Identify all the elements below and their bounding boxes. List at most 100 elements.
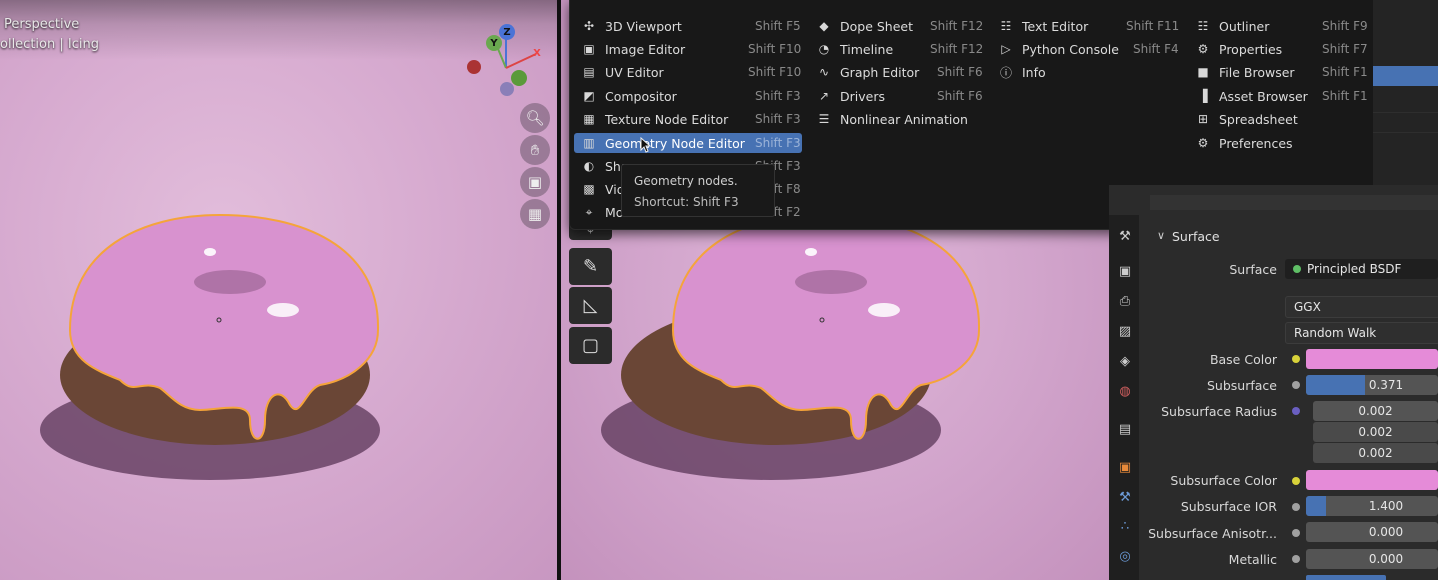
menu-item-nonlinear-animation[interactable]: ☰ Nonlinear Animation bbox=[816, 109, 968, 129]
subsurface-radius-label: Subsurface Radius bbox=[1161, 404, 1277, 419]
outliner-icon: ☷ bbox=[1197, 19, 1209, 33]
subsurface-slider[interactable]: 0.371 bbox=[1306, 375, 1438, 395]
outliner-area[interactable] bbox=[1373, 0, 1438, 185]
menu-item-properties[interactable]: ⚙ Properties bbox=[1195, 39, 1283, 59]
object-tab-icon[interactable]: ▣ bbox=[1116, 458, 1134, 476]
metallic-slider[interactable]: 0.000 bbox=[1306, 549, 1438, 569]
image-icon: ▣ bbox=[583, 42, 595, 56]
subsurface-radius-z[interactable]: 0.002 bbox=[1313, 443, 1438, 463]
surface-panel-header[interactable]: Surface bbox=[1172, 229, 1220, 244]
menu-item-compositor[interactable]: ◩ Compositor bbox=[581, 86, 676, 106]
shader-socket-icon bbox=[1293, 265, 1301, 273]
graph-icon: ∿ bbox=[818, 65, 830, 79]
shortcut: Shift F7 bbox=[1322, 42, 1368, 56]
value-socket-icon bbox=[1292, 555, 1300, 563]
shortcut: Shift F6 bbox=[937, 89, 983, 103]
tooltip-shortcut: Shortcut: Shift F3 bbox=[634, 195, 739, 209]
shortcut: Shift F9 bbox=[1322, 19, 1368, 33]
shortcut: Shift F1 bbox=[1322, 89, 1368, 103]
view-layer-tab-icon[interactable]: ▨ bbox=[1116, 322, 1134, 340]
vector-socket-icon bbox=[1292, 407, 1300, 415]
menu-item-spreadsheet[interactable]: ⊞ Spreadsheet bbox=[1195, 109, 1298, 129]
outliner-selected-row[interactable] bbox=[1373, 66, 1438, 86]
info-icon: ⓘ bbox=[999, 65, 1012, 80]
spreadsheet-icon: ⊞ bbox=[1197, 112, 1209, 126]
subsurface-label: Subsurface bbox=[1207, 378, 1277, 393]
subsurface-radius-x[interactable]: 0.002 bbox=[1313, 401, 1438, 421]
value-socket-icon bbox=[1292, 381, 1300, 389]
surface-shader-field[interactable]: Principled BSDF bbox=[1285, 259, 1438, 279]
shortcut: Shift F10 bbox=[748, 42, 802, 56]
tool-tab-icon[interactable]: ⚒ bbox=[1116, 227, 1134, 245]
menu-item-geometry-node-editor[interactable]: ▥ Geometry Node Editor bbox=[581, 133, 745, 153]
subsurface-method-dropdown[interactable]: Random Walk bbox=[1285, 322, 1438, 344]
nla-icon: ☰ bbox=[818, 112, 830, 126]
movie-clip-icon: ⌖ bbox=[585, 204, 593, 219]
distribution-dropdown[interactable]: GGX bbox=[1285, 296, 1438, 318]
menu-item-file-browser[interactable]: ■ File Browser bbox=[1195, 62, 1294, 82]
shortcut: Shift F5 bbox=[755, 19, 801, 33]
menu-item-python-console[interactable]: ▷ Python Console bbox=[998, 39, 1119, 59]
annotate-tool-button[interactable]: ✎ bbox=[569, 248, 612, 285]
color-socket-icon bbox=[1292, 477, 1300, 485]
outliner-row-divider bbox=[1373, 132, 1438, 133]
video-icon: ▩ bbox=[583, 182, 595, 196]
world-tab-icon[interactable]: ◍ bbox=[1116, 382, 1134, 400]
menu-item-outliner[interactable]: ☷ Outliner bbox=[1195, 16, 1270, 36]
chevron-down-icon[interactable]: ∨ bbox=[1157, 229, 1165, 242]
subsurface-ior-slider[interactable]: 1.400 bbox=[1306, 496, 1438, 516]
menu-item-graph-editor[interactable]: ∿ Graph Editor bbox=[816, 62, 919, 82]
properties-icon: ⚙ bbox=[1197, 42, 1209, 56]
menu-item-video-sequencer[interactable]: ▩ Vid bbox=[581, 179, 624, 199]
menu-item-info[interactable]: ⓘ Info bbox=[998, 62, 1046, 82]
metallic-label: Metallic bbox=[1228, 552, 1277, 567]
surface-label: Surface bbox=[1229, 262, 1277, 277]
donut-mesh[interactable] bbox=[0, 0, 557, 580]
menu-item-image-editor[interactable]: ▣ Image Editor bbox=[581, 39, 685, 59]
menu-item-3d-viewport[interactable]: ✣ 3D Viewport bbox=[581, 16, 682, 36]
preferences-icon: ⚙ bbox=[1197, 136, 1209, 150]
menu-item-preferences[interactable]: ⚙ Preferences bbox=[1195, 133, 1293, 153]
menu-item-drivers[interactable]: ↗ Drivers bbox=[816, 86, 885, 106]
modifier-tab-icon[interactable]: ⚒ bbox=[1116, 488, 1134, 506]
shortcut: Shift F6 bbox=[937, 65, 983, 79]
dopesheet-icon: ◆ bbox=[819, 19, 829, 33]
output-tab-icon[interactable]: ⎙ bbox=[1116, 292, 1134, 310]
value-socket-icon bbox=[1292, 529, 1300, 537]
outliner-row-divider bbox=[1373, 112, 1438, 113]
base-color-label: Base Color bbox=[1209, 352, 1277, 367]
geometry-nodes-icon: ▥ bbox=[583, 136, 595, 150]
left-3d-viewport[interactable]: Perspective ollection | Icing Z Y X 🔍︎ ✋… bbox=[0, 0, 557, 580]
color-socket-icon bbox=[1292, 355, 1300, 363]
subsurface-color-label: Subsurface Color bbox=[1170, 473, 1277, 488]
asset-browser-icon: ▐ bbox=[1198, 89, 1208, 103]
physics-tab-icon[interactable]: ◎ bbox=[1116, 547, 1134, 565]
base-color-swatch[interactable] bbox=[1306, 349, 1438, 369]
measure-tool-button[interactable]: ◺ bbox=[569, 287, 612, 324]
add-cube-tool-button[interactable]: ▢ bbox=[569, 327, 612, 364]
shortcut: Shift F12 bbox=[930, 42, 984, 56]
shortcut: Shift F12 bbox=[930, 19, 984, 33]
menu-item-movie-clip-editor[interactable]: ⌖ Mo bbox=[581, 202, 624, 222]
menu-item-dope-sheet[interactable]: ◆ Dope Sheet bbox=[816, 16, 913, 36]
menu-item-uv-editor[interactable]: ▤ UV Editor bbox=[581, 62, 663, 82]
menu-item-asset-browser[interactable]: ▐ Asset Browser bbox=[1195, 86, 1307, 106]
shortcut: Shift F4 bbox=[1133, 42, 1179, 56]
subsurface-color-swatch[interactable] bbox=[1306, 470, 1438, 490]
viewport-icon: ✣ bbox=[583, 19, 595, 33]
collection-tab-icon[interactable]: ▤ bbox=[1116, 420, 1134, 438]
particles-tab-icon[interactable]: ∴ bbox=[1116, 517, 1134, 535]
text-icon: ☷ bbox=[1000, 19, 1012, 33]
subsurface-anisotropy-slider[interactable]: 0.000 bbox=[1306, 522, 1438, 542]
texture-icon: ▦ bbox=[583, 112, 595, 126]
shortcut: Shift F10 bbox=[748, 65, 802, 79]
drivers-icon: ↗ bbox=[818, 89, 830, 103]
scene-tab-icon[interactable]: ◈ bbox=[1116, 352, 1134, 370]
subsurface-radius-y[interactable]: 0.002 bbox=[1313, 422, 1438, 442]
shortcut: Shift F1 bbox=[1322, 65, 1368, 79]
subsurface-ior-label: Subsurface IOR bbox=[1180, 499, 1277, 514]
menu-item-texture-node-editor[interactable]: ▦ Texture Node Editor bbox=[581, 109, 728, 129]
render-tab-icon[interactable]: ▣ bbox=[1116, 262, 1134, 280]
menu-item-timeline[interactable]: ◔ Timeline bbox=[816, 39, 893, 59]
menu-item-text-editor[interactable]: ☷ Text Editor bbox=[998, 16, 1089, 36]
